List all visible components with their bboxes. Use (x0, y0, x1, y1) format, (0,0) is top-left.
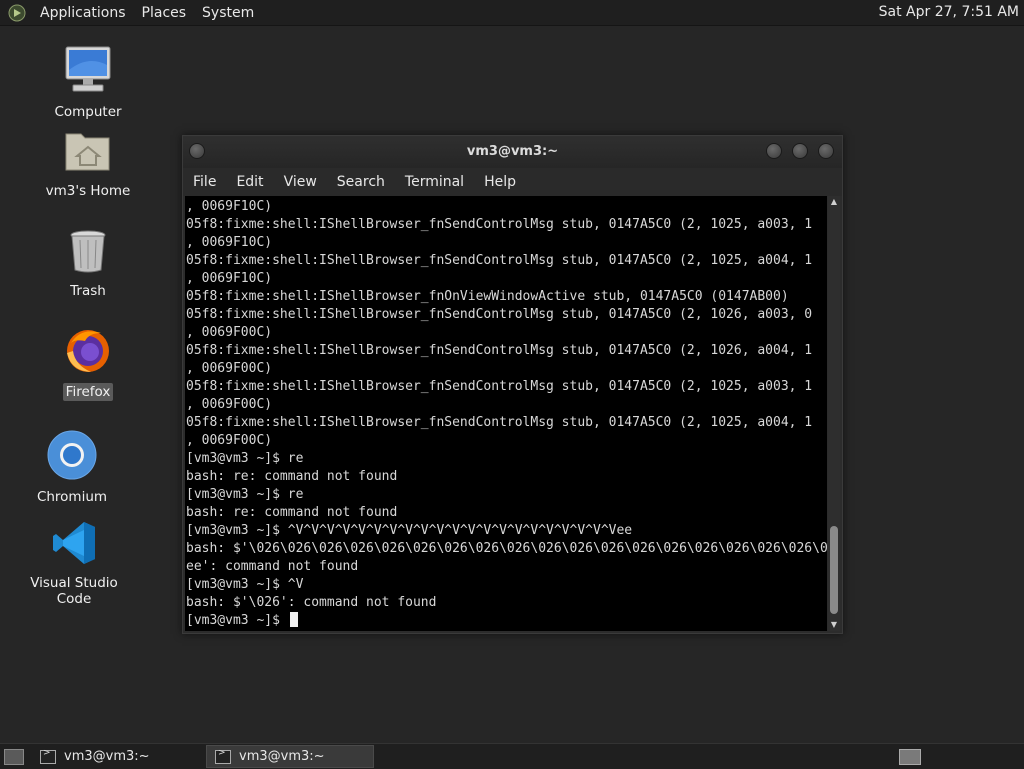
terminal-line: [vm3@vm3 ~]$ re (186, 487, 304, 502)
minimize-button[interactable] (766, 143, 782, 159)
terminal-line: 05f8:fixme:shell:IShellBrowser_fnSendCon… (186, 253, 813, 268)
terminal-menubar: File Edit View Search Terminal Help (183, 168, 842, 196)
terminal-line: 05f8:fixme:shell:IShellBrowser_fnSendCon… (186, 343, 813, 358)
desktop-icon-computer[interactable]: Computer (28, 45, 148, 121)
terminal-line: , 0069F00C) (186, 325, 273, 340)
scroll-up-arrow-icon[interactable]: ▲ (828, 196, 840, 208)
desktop-icon-trash[interactable]: Trash (28, 228, 148, 300)
terminal-line: , 0069F10C) (186, 199, 273, 214)
desktop-icon-vscode[interactable]: Visual Studio Code (14, 520, 134, 608)
maximize-button[interactable] (792, 143, 808, 159)
menu-search[interactable]: Search (327, 174, 395, 190)
taskbar-item-label: vm3@vm3:~ (239, 749, 325, 764)
terminal-line: bash: re: command not found (186, 469, 398, 484)
terminal-line: bash: $'\026': command not found (186, 595, 437, 610)
show-desktop-icon[interactable] (4, 748, 24, 765)
terminal-window[interactable]: vm3@vm3:~ File Edit View Search Terminal… (182, 135, 843, 634)
trash-icon (70, 230, 106, 273)
taskbar-item[interactable]: vm3@vm3:~ (32, 746, 198, 767)
clock[interactable]: Sat Apr 27, 7:51 AM (879, 4, 1019, 20)
terminal-line: , 0069F00C) (186, 397, 273, 412)
desktop-icon-label: vm3's Home (45, 183, 131, 199)
terminal-scrollbar[interactable]: ▲ ▼ (828, 196, 840, 631)
desktop-icon-label: Visual Studio Code (30, 575, 118, 607)
terminal-line: [vm3@vm3 ~]$ ^V (186, 577, 304, 592)
terminal-prompt: [vm3@vm3 ~]$ (186, 613, 288, 628)
desktop-icon-chromium[interactable]: Chromium (12, 430, 132, 506)
applications-menu[interactable]: Applications (32, 5, 134, 21)
desktop-icon-home[interactable]: vm3's Home (28, 128, 148, 200)
terminal-icon (215, 748, 231, 764)
terminal-line: 05f8:fixme:shell:IShellBrowser_fnSendCon… (186, 307, 813, 322)
desktop-icon-label: Chromium (36, 489, 108, 505)
menu-file[interactable]: File (183, 174, 226, 190)
workspace-switcher[interactable] (899, 749, 921, 765)
terminal-output[interactable]: , 0069F10C) 05f8:fixme:shell:IShellBrowse… (185, 196, 827, 631)
terminal-line: , 0069F00C) (186, 433, 273, 448)
home-folder-icon (65, 133, 110, 171)
menu-view[interactable]: View (274, 174, 327, 190)
menu-edit[interactable]: Edit (226, 174, 273, 190)
terminal-line: bash: $'\026\026\026\026\026\026\026\026… (186, 541, 827, 556)
terminal-icon (40, 748, 56, 764)
desktop-icon-label: Trash (70, 283, 106, 299)
taskbar-item-active[interactable]: vm3@vm3:~ (206, 745, 374, 768)
vscode-icon (53, 522, 95, 564)
terminal-line: , 0069F10C) (186, 271, 273, 286)
terminal-line: 05f8:fixme:shell:IShellBrowser_fnSendCon… (186, 415, 813, 430)
desktop-icon-label: Firefox (62, 383, 114, 401)
firefox-icon (67, 330, 109, 372)
terminal-line: ee': command not found (186, 559, 359, 574)
terminal-line: [vm3@vm3 ~]$ re (186, 451, 304, 466)
scroll-down-arrow-icon[interactable]: ▼ (828, 619, 840, 631)
menu-help[interactable]: Help (474, 174, 526, 190)
terminal-line: [vm3@vm3 ~]$ ^V^V^V^V^V^V^V^V^V^V^V^V^V^… (186, 523, 633, 538)
menu-terminal[interactable]: Terminal (395, 174, 474, 190)
places-menu[interactable]: Places (134, 5, 195, 21)
taskbar-item-label: vm3@vm3:~ (64, 749, 150, 764)
terminal-line: 05f8:fixme:shell:IShellBrowser_fnSendCon… (186, 379, 813, 394)
window-title: vm3@vm3:~ (466, 144, 559, 159)
terminal-prompt-line: [vm3@vm3 ~]$ (186, 612, 827, 630)
applications-logo-icon[interactable] (8, 4, 26, 22)
top-panel: Applications Places System Sat Apr 27, 7… (0, 0, 1024, 26)
text-cursor (289, 612, 298, 627)
terminal-line: 05f8:fixme:shell:IShellBrowser_fnSendCon… (186, 217, 813, 232)
scrollbar-thumb[interactable] (830, 526, 838, 614)
system-menu[interactable]: System (194, 5, 262, 21)
bottom-panel: vm3@vm3:~ vm3@vm3:~ (0, 743, 1024, 769)
computer-icon (65, 46, 111, 92)
terminal-line: , 0069F10C) (186, 235, 273, 250)
close-button[interactable] (818, 143, 834, 159)
desktop-icon-firefox[interactable]: Firefox (28, 325, 148, 401)
terminal-line: 05f8:fixme:shell:IShellBrowser_fnOnViewW… (186, 289, 789, 304)
terminal-text: , 0069F10C) 05f8:fixme:shell:IShellBrowse… (186, 198, 827, 630)
window-titlebar[interactable]: vm3@vm3:~ (183, 136, 842, 168)
desktop-icon-label: Computer (54, 104, 122, 120)
chromium-icon (47, 430, 97, 480)
terminal-line: bash: re: command not found (186, 505, 398, 520)
terminal-line: , 0069F00C) (186, 361, 273, 376)
